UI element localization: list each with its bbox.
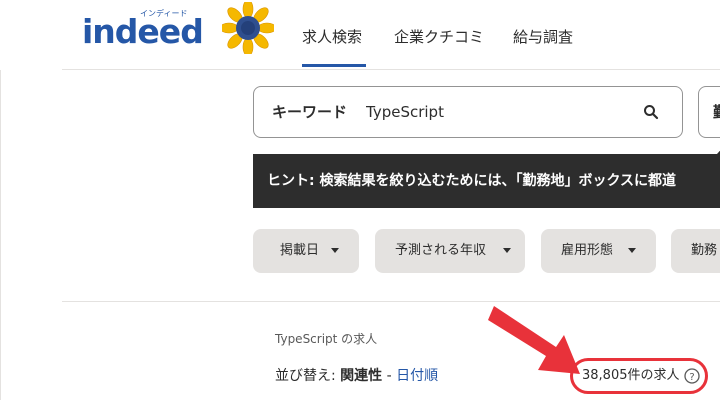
sunflower-icon <box>222 2 274 54</box>
chevron-down-icon <box>331 248 339 253</box>
hint-banner: ヒント: 検索結果を絞り込むためには、「勤務地」ボックスに都道 <box>253 145 720 208</box>
chevron-down-icon <box>628 248 636 253</box>
section-divider <box>62 301 720 302</box>
location-label: 勤 <box>713 102 720 122</box>
nav-job-search[interactable]: 求人検索 <box>302 27 362 47</box>
filter-label: 掲載日 <box>280 243 320 258</box>
chevron-down-icon <box>503 248 511 253</box>
keyword-label: キーワード <box>272 103 348 121</box>
filter-label: 雇用形態 <box>561 243 614 258</box>
hint-text: ヒント: 検索結果を絞り込むためには、「勤務地」ボックスに都道 <box>267 173 677 189</box>
sort-active-option: 関連性 <box>340 368 383 384</box>
filter-job-type[interactable]: 雇用形態 <box>541 229 656 273</box>
highlight-annotation <box>570 358 708 394</box>
keyword-search-box[interactable]: キーワード <box>253 86 683 138</box>
filter-date-posted[interactable]: 掲載日 <box>253 229 359 273</box>
location-search-box[interactable]: 勤 <box>698 86 720 138</box>
nav-active-indicator <box>302 64 366 67</box>
logo-text: indeed <box>82 12 204 51</box>
sort-control: 並び替え: 関連性 - 日付順 <box>275 366 438 386</box>
search-icon[interactable] <box>643 104 659 120</box>
keyword-input[interactable] <box>366 97 626 127</box>
header-divider <box>62 69 720 70</box>
results-title: TypeScript の求人 <box>275 332 378 346</box>
nav-salary-search[interactable]: 給与調査 <box>513 27 573 47</box>
page: インディード indeed 求人検索 企業クチコミ 給与調査 キーワード Typ… <box>0 0 720 400</box>
sort-prefix: 並び替え: <box>275 368 341 384</box>
filter-label: 勤務 <box>691 243 718 258</box>
site-header: インディード indeed 求人検索 企業クチコミ 給与調査 <box>0 0 720 70</box>
filter-estimated-salary[interactable]: 予測される年収 <box>375 229 525 273</box>
sort-separator: - <box>382 368 397 384</box>
indeed-logo[interactable]: インディード indeed <box>82 7 204 51</box>
filter-label: 予測される年収 <box>395 243 487 258</box>
sort-by-date-link[interactable]: 日付順 <box>396 368 438 384</box>
left-edge-line <box>0 70 1 400</box>
filter-location[interactable]: 勤務 <box>671 229 720 273</box>
arrow-annotation-icon <box>488 306 580 374</box>
nav-company-reviews[interactable]: 企業クチコミ <box>394 27 484 47</box>
